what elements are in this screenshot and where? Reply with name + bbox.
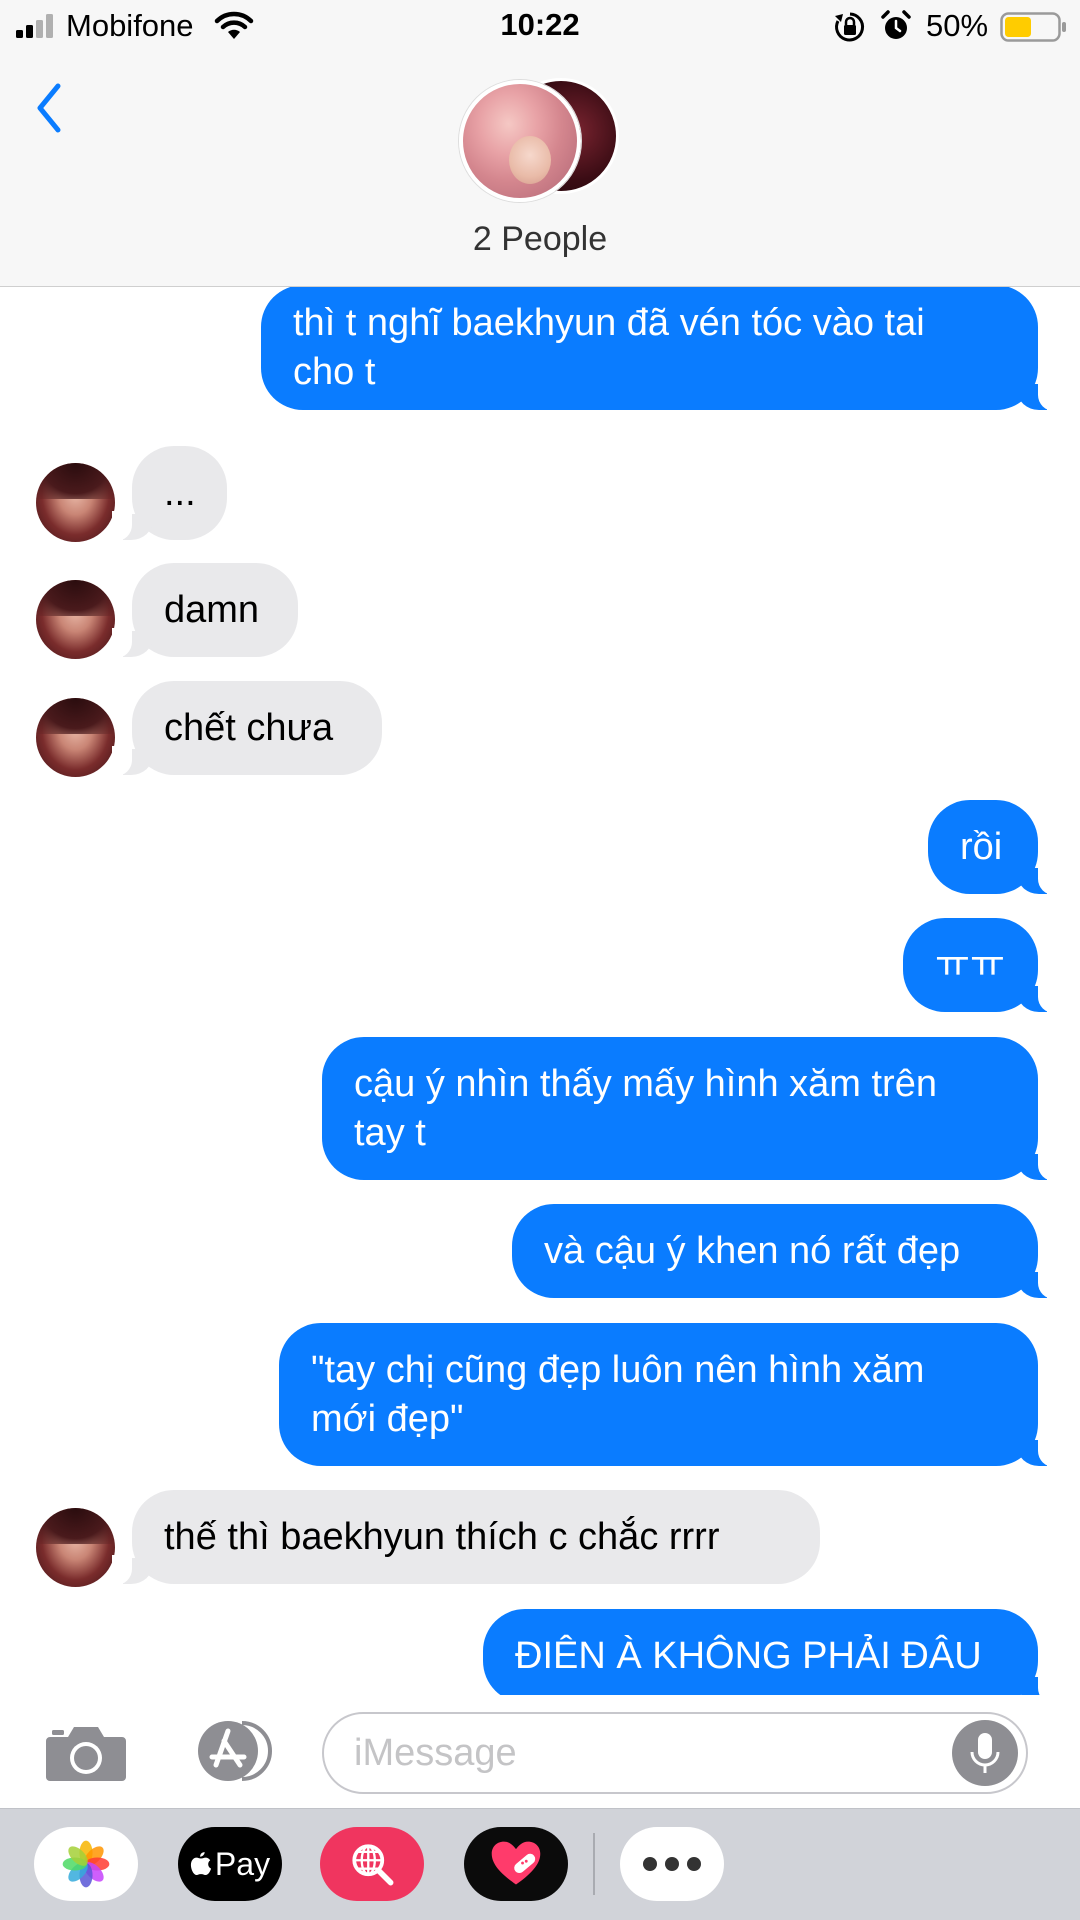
message-input[interactable] <box>354 1714 914 1792</box>
message-bubble-outgoing[interactable]: thì t nghĩ baekhyun đã vén tóc vào tai c… <box>261 287 1058 411</box>
message-text: cậu ý nhìn thấy mấy hình xăm trên tay t <box>354 1062 937 1154</box>
alarm-icon <box>881 10 911 39</box>
message-bubble-incoming[interactable]: thế thì baekhyun thích c chắc rrrr <box>112 1490 820 1585</box>
conversation-header: 2 People <box>0 56 1080 287</box>
group-avatar-stack[interactable] <box>455 76 625 206</box>
message-thread[interactable]: thì t nghĩ baekhyun đã vén tóc vào tai c… <box>0 287 1080 1695</box>
apple-pay-label: Pay <box>214 1845 271 1882</box>
sender-avatar[interactable] <box>36 698 115 777</box>
message-bubble-incoming[interactable]: ... <box>112 446 227 541</box>
chevron-left-icon[interactable] <box>30 80 72 136</box>
message-bubble-outgoing[interactable]: "tay chị cũng đẹp luôn nên hình xăm mới … <box>279 1323 1058 1467</box>
message-field[interactable] <box>322 1712 1028 1794</box>
sender-avatar[interactable] <box>36 580 115 659</box>
message-text: ㅠㅠ <box>935 943 1005 986</box>
message-bubble-outgoing[interactable]: ĐIÊN À KHÔNG PHẢI ĐÂU <box>483 1609 1058 1695</box>
heart-sticker-icon <box>491 1841 541 1885</box>
message-text: damn <box>164 588 260 631</box>
message-text: ĐIÊN À KHÔNG PHẢI ĐÂU <box>515 1634 982 1677</box>
message-text: rồi <box>960 825 1003 868</box>
image-search-app-button[interactable] <box>320 1827 424 1901</box>
message-bubble-outgoing[interactable]: cậu ý nhìn thấy mấy hình xăm trên tay t <box>322 1037 1058 1181</box>
more-icon <box>643 1857 701 1871</box>
drawer-divider <box>593 1833 595 1895</box>
battery-icon <box>1000 12 1066 42</box>
photos-icon <box>62 1840 110 1888</box>
message-bubble-outgoing[interactable]: và cậu ý khen nó rất đẹp <box>512 1204 1058 1299</box>
microphone-icon[interactable] <box>952 1720 1018 1786</box>
status-bar: Mobifone 10:22 50% <box>0 0 1080 56</box>
apple-pay-button[interactable]: Pay <box>178 1827 282 1901</box>
globe-search-icon <box>352 1844 394 1886</box>
apple-pay-icon <box>190 1852 212 1875</box>
message-text: chết chưa <box>164 706 334 749</box>
message-bubble-incoming[interactable]: damn <box>112 563 298 658</box>
message-text: ... <box>164 471 196 514</box>
message-bubble-incoming[interactable]: chết chưa <box>112 681 382 776</box>
more-apps-button[interactable] <box>620 1827 724 1901</box>
message-text: thế thì baekhyun thích c chắc rrrr <box>164 1515 720 1558</box>
message-bubble-outgoing[interactable]: rồi <box>928 800 1058 895</box>
stickers-app-button[interactable] <box>464 1827 568 1901</box>
battery-percent: 50% <box>926 8 989 43</box>
camera-icon[interactable] <box>44 1723 128 1783</box>
group-title[interactable]: 2 People <box>0 220 1080 259</box>
message-bubble-outgoing[interactable]: ㅠㅠ <box>903 918 1058 1013</box>
message-text: "tay chị cũng đẹp luôn nên hình xăm mới … <box>311 1348 925 1440</box>
app-store-icon[interactable] <box>184 1717 276 1785</box>
sender-avatar[interactable] <box>36 1508 115 1587</box>
compose-bar <box>0 1695 1080 1808</box>
photos-app-button[interactable] <box>34 1827 138 1901</box>
sender-avatar[interactable] <box>36 463 115 542</box>
avatar <box>459 80 581 202</box>
message-text: thì t nghĩ baekhyun đã vén tóc vào tai c… <box>293 301 925 393</box>
orientation-lock-icon <box>835 12 865 42</box>
status-time: 10:22 <box>500 7 580 42</box>
message-text: và cậu ý khen nó rất đẹp <box>544 1229 961 1272</box>
app-drawer: Pay <box>0 1808 1080 1920</box>
